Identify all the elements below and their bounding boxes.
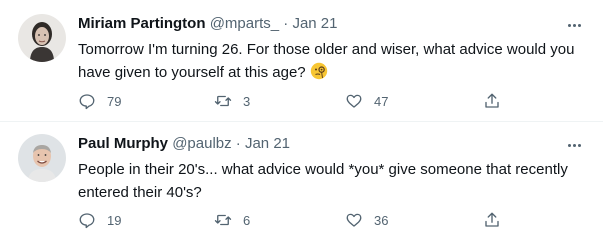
tweet-text-line: entered their 40's? [78, 184, 202, 201]
more-options-icon[interactable] [565, 136, 583, 154]
avatar[interactable] [18, 14, 66, 62]
share-button[interactable] [483, 210, 501, 230]
tweet-text: Tomorrow I'm turning 26. For those older… [78, 38, 578, 84]
like-count: 36 [374, 212, 389, 228]
share-icon [485, 93, 499, 108]
share-button[interactable] [483, 91, 501, 111]
display-name[interactable]: Paul Murphy [78, 135, 168, 152]
tweet-actions: 19 6 36 [78, 210, 508, 230]
tweet-date[interactable]: Jan 21 [245, 135, 290, 152]
tweet-text-line: People in their 20's... what advice woul… [78, 161, 568, 178]
avatar[interactable] [18, 134, 66, 182]
tweet[interactable]: Paul Murphy @paulbz · Jan 21 People in t… [0, 122, 603, 240]
share-icon [485, 212, 499, 227]
tweet-text-line: Tomorrow I'm turning 26. For those older… [78, 41, 575, 58]
tweet-feed: Miriam Partington @mparts_ · Jan 21 Tomo… [0, 0, 603, 240]
face-with-monocle-icon [310, 62, 328, 80]
heart-icon [346, 94, 362, 108]
reply-icon [79, 94, 95, 110]
tweet-header: Paul Murphy @paulbz · Jan 21 [78, 134, 290, 154]
reply-icon [79, 213, 95, 229]
tweet-text-line-with-emoji: have given to yourself at this age? [78, 61, 578, 84]
tweet-text-line: have given to yourself at this age? [78, 64, 306, 81]
retweet-count: 3 [243, 93, 251, 109]
heart-icon [346, 213, 362, 227]
tweet-header: Miriam Partington @mparts_ · Jan 21 [78, 14, 338, 34]
retweet-count: 6 [243, 212, 251, 228]
reply-button[interactable]: 19 [78, 210, 121, 230]
separator-dot: · [235, 135, 241, 152]
retweet-icon [214, 214, 232, 226]
more-options-icon[interactable] [565, 16, 583, 34]
user-handle[interactable]: @mparts_ [210, 15, 279, 32]
reply-count: 19 [107, 212, 122, 228]
like-count: 47 [374, 93, 389, 109]
display-name[interactable]: Miriam Partington [78, 15, 206, 32]
reply-button[interactable]: 79 [78, 91, 121, 111]
user-handle[interactable]: @paulbz [172, 135, 231, 152]
avatar-photo [18, 14, 66, 62]
avatar-photo [18, 134, 66, 182]
retweet-icon [214, 95, 232, 107]
tweet-date[interactable]: Jan 21 [292, 15, 337, 32]
reply-count: 79 [107, 93, 122, 109]
tweet-text: People in their 20's... what advice woul… [78, 158, 578, 204]
tweet-actions: 79 3 47 [78, 91, 508, 111]
tweet[interactable]: Miriam Partington @mparts_ · Jan 21 Tomo… [0, 0, 603, 122]
retweet-button[interactable]: 6 [214, 210, 250, 230]
retweet-button[interactable]: 3 [214, 91, 250, 111]
like-button[interactable]: 36 [345, 210, 388, 230]
separator-dot: · [283, 15, 289, 32]
like-button[interactable]: 47 [345, 91, 388, 111]
